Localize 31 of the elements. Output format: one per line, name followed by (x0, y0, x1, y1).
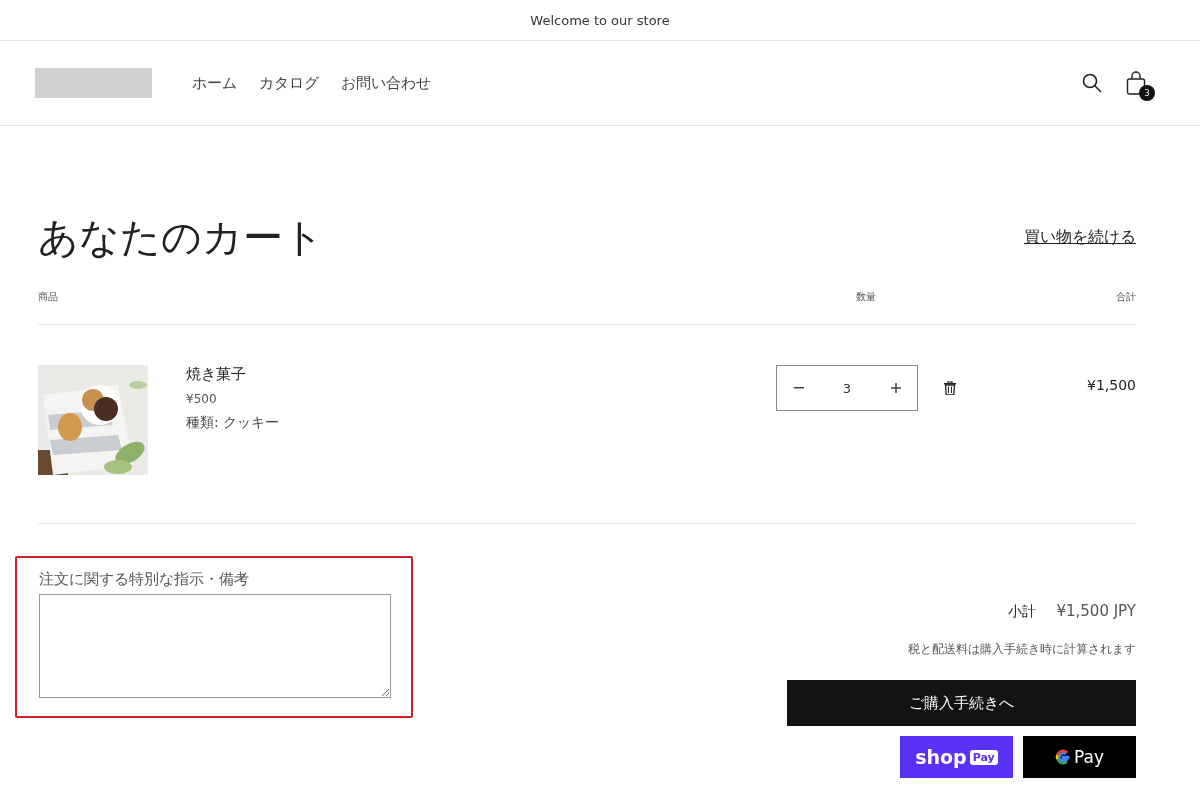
subtotal-value: ¥1,500 JPY (1056, 602, 1136, 620)
minus-icon (793, 387, 804, 389)
product-price: ¥500 (186, 392, 218, 406)
trash-icon (944, 381, 956, 395)
column-header: 商品 (38, 290, 59, 304)
bag-icon[interactable] (1126, 71, 1146, 95)
column-header: 合計 (1116, 290, 1136, 304)
quantity-stepper[interactable]: 3 (776, 365, 918, 411)
g-logo-icon (1055, 749, 1071, 765)
checkout-button[interactable]: ご購入手続きへ (787, 680, 1136, 726)
shop-pay-button[interactable]: shop Pay (900, 736, 1013, 778)
column-header: 数量 (856, 290, 877, 304)
tax-note: 税と配送料は購入手続き時に計算されます (908, 641, 1136, 658)
nav-link[interactable]: カタログ (259, 73, 319, 93)
google-pay-button[interactable]: Pay (1023, 736, 1136, 778)
announcement-text: Welcome to our store (530, 12, 670, 28)
remove-button[interactable] (944, 381, 956, 395)
plus-icon (890, 383, 901, 393)
cart-count-badge: 3 (1139, 85, 1155, 101)
quantity-field[interactable]: 3 (820, 379, 874, 397)
product-name[interactable]: 焼き菓子 (186, 365, 776, 384)
note-field[interactable] (39, 594, 391, 698)
continue-shopping-link[interactable]: 買い物を続ける (1024, 226, 1136, 248)
page-title: あなたのカート (38, 213, 324, 262)
nav-link[interactable]: ホーム (192, 73, 237, 93)
line-total: ¥1,500 (1086, 377, 1136, 393)
search-icon[interactable] (1082, 73, 1102, 93)
note-label: 注文に関する特別な指示・備考 (39, 570, 250, 589)
product-variant: 種類: クッキー (186, 414, 281, 432)
nav-link[interactable]: お問い合わせ (341, 73, 431, 93)
subtotal-label: 小計 (1008, 603, 1037, 621)
